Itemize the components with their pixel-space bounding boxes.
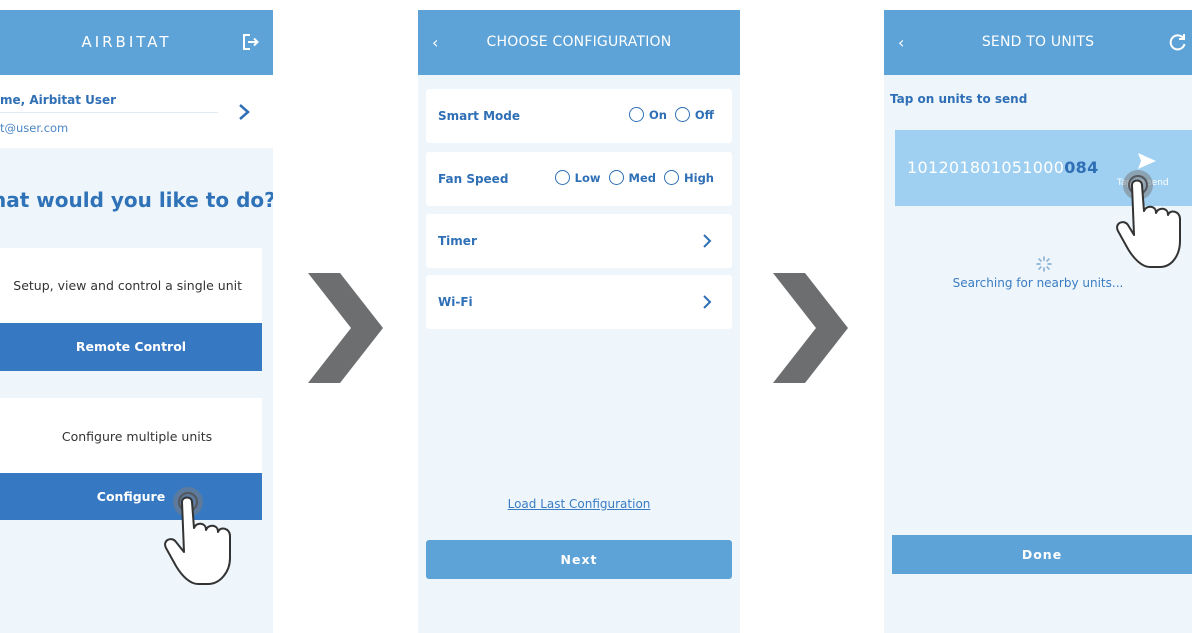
radio-label: On — [648, 107, 667, 122]
top-bar: ‹ SEND TO UNITS — [884, 10, 1192, 75]
chevron-right-icon — [773, 273, 848, 383]
radio-label: Low — [574, 170, 601, 185]
send-to-units-screen: ‹ SEND TO UNITS Tap on units to send 101… — [884, 10, 1192, 633]
radio-circle-icon — [628, 107, 644, 122]
chevron-right-icon — [703, 295, 712, 309]
user-email: t@user.com — [0, 121, 69, 135]
chevron-right-icon — [703, 234, 712, 248]
card-description: Configure multiple units — [61, 429, 213, 444]
searching-status: Searching for nearby units... — [952, 276, 1124, 290]
top-bar: AIRBITAT — [0, 10, 273, 75]
instruction-text: Tap on units to send — [890, 92, 1028, 106]
row-label: Wi-Fi — [438, 295, 473, 309]
loading-spinner-icon — [1036, 256, 1052, 272]
refresh-icon[interactable] — [1168, 32, 1188, 52]
next-button[interactable]: Next — [426, 540, 732, 579]
unit-id-prefix: 101201801051000 — [907, 158, 1065, 177]
radio-label: High — [684, 170, 714, 185]
row-label: Timer — [438, 234, 477, 248]
page-heading: hat would you like to do? — [0, 188, 273, 212]
app-title: AIRBITAT — [81, 33, 172, 51]
smart-mode-off-radio[interactable]: Off — [674, 107, 714, 122]
single-unit-card: Setup, view and control a single unit — [0, 248, 262, 324]
fan-speed-radio-group: Low Med High — [547, 170, 714, 185]
radio-label: Off — [694, 107, 714, 122]
page-title: CHOOSE CONFIGURATION — [486, 34, 672, 50]
user-name: me, Airbitat User — [0, 93, 117, 107]
fan-speed-high-radio[interactable]: High — [664, 170, 714, 185]
remote-control-button[interactable]: Remote Control — [0, 323, 262, 371]
radio-label: Med — [628, 170, 656, 185]
logout-icon[interactable] — [241, 32, 261, 52]
radio-circle-icon — [554, 170, 570, 185]
top-bar: ‹ CHOOSE CONFIGURATION — [418, 10, 740, 75]
user-profile-row[interactable]: me, Airbitat User t@user.com — [0, 75, 273, 148]
row-label: Fan Speed — [438, 172, 509, 186]
wifi-row[interactable]: Wi-Fi — [426, 275, 732, 329]
fan-speed-row: Fan Speed Low Med High — [426, 152, 732, 206]
unit-id: 101201801051000084 — [907, 158, 1099, 177]
page-title: SEND TO UNITS — [981, 34, 1095, 50]
done-button[interactable]: Done — [892, 535, 1192, 574]
radio-circle-icon — [608, 170, 624, 185]
fan-speed-med-radio[interactable]: Med — [608, 170, 656, 185]
smart-mode-row: Smart Mode On Off — [426, 89, 732, 143]
chevron-right-icon — [308, 273, 383, 383]
multiple-units-card: Configure multiple units — [0, 398, 262, 473]
card-description: Setup, view and control a single unit — [13, 278, 242, 293]
tap-hand-icon — [164, 487, 231, 585]
timer-row[interactable]: Timer — [426, 214, 732, 268]
radio-circle-icon — [664, 170, 679, 185]
home-screen: AIRBITAT me, Airbitat User t@user.com ha… — [0, 10, 273, 633]
unit-id-suffix: 084 — [1064, 158, 1099, 177]
smart-mode-on-radio[interactable]: On — [628, 107, 667, 122]
chevron-right-icon[interactable] — [237, 103, 251, 121]
tap-hand-icon — [1116, 170, 1181, 268]
fan-speed-low-radio[interactable]: Low — [554, 170, 601, 185]
radio-circle-icon — [674, 107, 690, 122]
divider — [0, 112, 218, 113]
choose-configuration-screen: ‹ CHOOSE CONFIGURATION Smart Mode On Off… — [418, 10, 740, 633]
load-last-configuration-link[interactable]: Load Last Configuration — [418, 497, 740, 511]
smart-mode-radio-group: On Off — [621, 107, 714, 122]
row-label: Smart Mode — [438, 109, 520, 123]
